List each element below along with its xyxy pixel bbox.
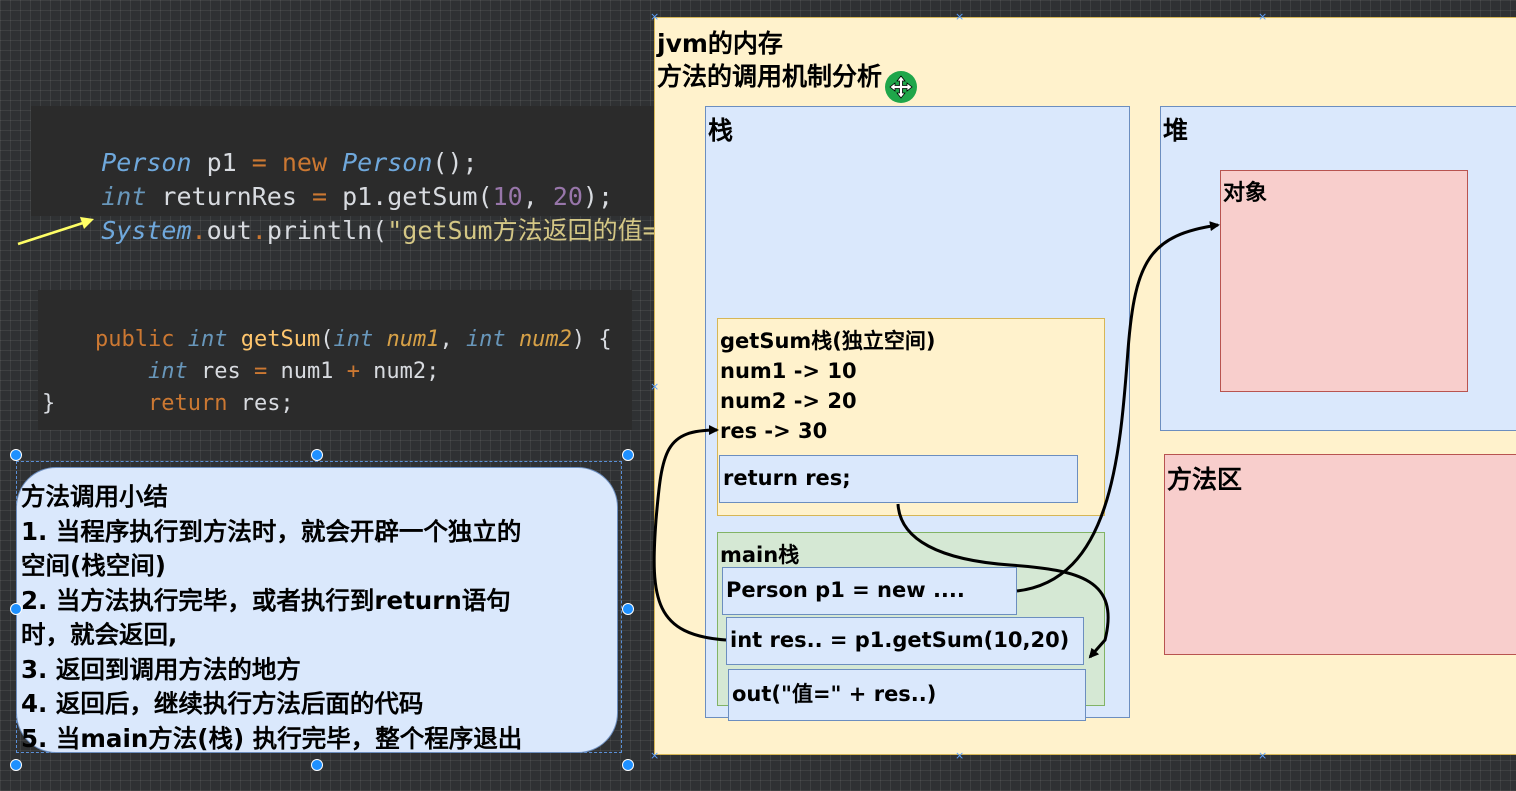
- code-method-block: public int getSum(int num1, int num2) { …: [38, 290, 632, 430]
- main-box-out[interactable]: out("值=" + res..): [728, 669, 1086, 721]
- anchor-marker: ×: [955, 10, 965, 23]
- summary-line: 时，就会返回,: [21, 620, 178, 649]
- object-label: 对象: [1223, 181, 1268, 206]
- arrow-pointer-icon: [17, 217, 94, 246]
- resize-handle[interactable]: [311, 759, 323, 771]
- code-line: System.out.println("getSum方法返回的值=": [101, 216, 673, 245]
- anchor-marker: ×: [1258, 749, 1268, 762]
- summary-line: 3. 返回到调用方法的地方: [21, 654, 301, 684]
- resize-handle[interactable]: [311, 449, 323, 461]
- code-line: return res;: [147, 391, 294, 416]
- stack-label: 栈: [708, 116, 734, 145]
- resize-handle[interactable]: [622, 603, 634, 615]
- anchor-marker: ×: [650, 749, 660, 762]
- anchor-marker: ×: [1258, 10, 1268, 23]
- summary-line: 2. 当方法执行完毕，或者执行到return语句: [21, 585, 511, 615]
- resize-handle[interactable]: [622, 759, 634, 771]
- move-cursor-icon: [885, 71, 917, 103]
- resize-handle[interactable]: [10, 449, 22, 461]
- heap-label: 堆: [1163, 116, 1189, 145]
- resize-handle[interactable]: [10, 603, 22, 615]
- main-frame-label: main栈: [720, 543, 800, 567]
- return-box[interactable]: return res;: [719, 455, 1078, 503]
- code-line: }: [42, 391, 56, 416]
- summary-line: 1. 当程序执行到方法时，就会开辟一个独立的: [21, 516, 522, 546]
- main-box-call-getsum[interactable]: int res.. = p1.getSum(10,20): [726, 617, 1084, 665]
- summary-text: 方法调用小结 1. 当程序执行到方法时，就会开辟一个独立的 空间(栈空间) 2.…: [21, 480, 522, 756]
- getsum-frame-text: getSum栈(独立空间) num1 -> 10 num2 -> 20 res …: [720, 329, 936, 443]
- resize-handle[interactable]: [622, 449, 634, 461]
- memory-title: jvm的内存 方法的调用机制分析: [657, 29, 883, 91]
- method-area-label: 方法区: [1167, 465, 1243, 494]
- summary-line: 方法调用小结: [21, 482, 168, 511]
- anchor-marker: ×: [650, 10, 660, 23]
- summary-callout[interactable]: 方法调用小结 1. 当程序执行到方法时，就会开辟一个独立的 空间(栈空间) 2.…: [16, 467, 618, 753]
- code-call-block: Person p1 = new Person(); int returnRes …: [31, 106, 683, 245]
- anchor-marker: ×: [955, 749, 965, 762]
- main-box-new-person[interactable]: Person p1 = new ....: [722, 567, 1017, 615]
- summary-line: 5. 当main方法(栈) 执行完毕，整个程序退出: [21, 723, 523, 753]
- summary-line: 4. 返回后，继续执行方法后面的代码: [21, 689, 424, 718]
- anchor-marker: ×: [650, 380, 660, 393]
- resize-handle[interactable]: [10, 759, 22, 771]
- summary-line: 空间(栈空间): [21, 551, 166, 580]
